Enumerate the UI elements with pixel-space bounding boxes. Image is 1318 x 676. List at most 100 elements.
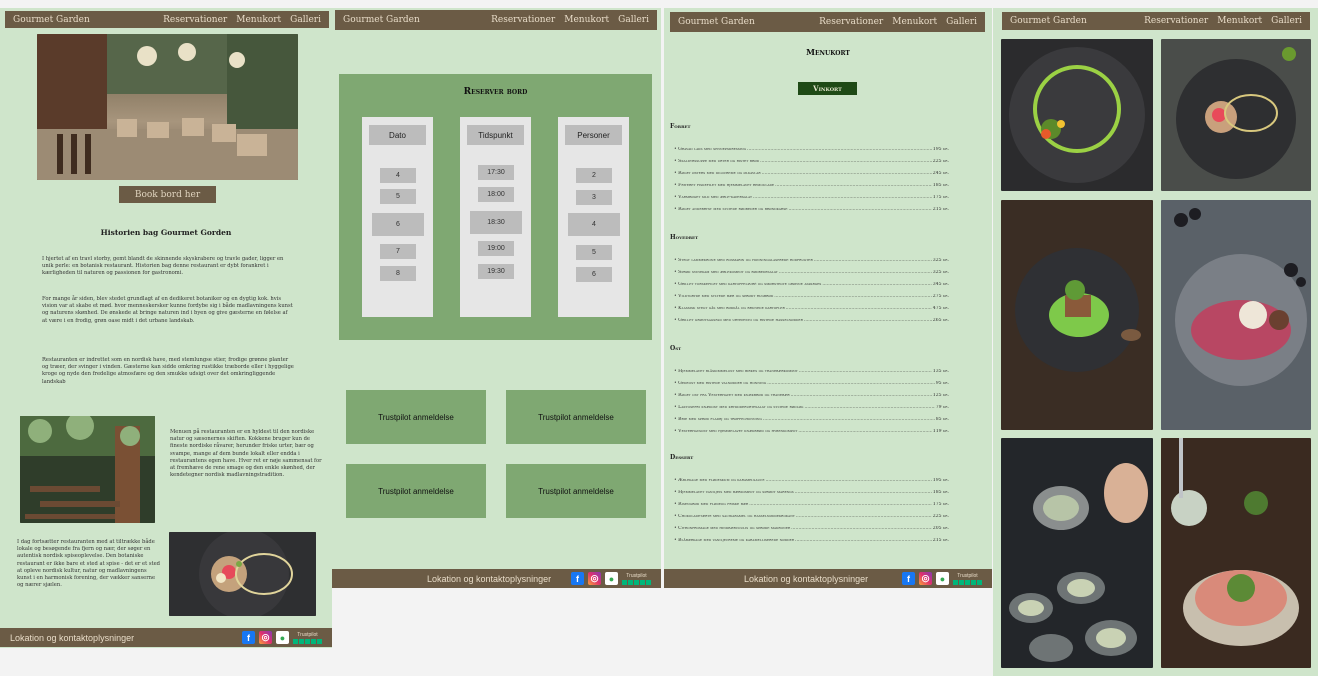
nav-link-menukort[interactable]: Menukort xyxy=(1217,16,1262,26)
date-option[interactable]: 8 xyxy=(380,266,416,281)
nav-link-reservationer[interactable]: Reservationer xyxy=(1144,16,1208,26)
menu-item: • Grillet grøntsagsfad med urtepesto og … xyxy=(674,318,949,323)
time-option[interactable]: 19:00 xyxy=(478,241,514,256)
site-footer: Lokation og kontaktoplysninger f ◎ ● Tru… xyxy=(332,569,661,588)
menu-item-price: 195 kr. xyxy=(932,478,949,483)
gallery-photo-oysters[interactable] xyxy=(1001,438,1153,668)
facebook-icon[interactable]: f xyxy=(902,572,915,585)
menu-item: • Laktosefri knækost med kryddderurtesal… xyxy=(674,405,949,410)
menu-item: • Brie med sprød fladbj og trøffelhonnin… xyxy=(674,417,949,422)
footer-location-link[interactable]: Lokation og kontaktoplysninger xyxy=(427,574,551,584)
top-nav: Gourmet Garden Reservationer Menukort Ga… xyxy=(5,11,329,28)
time-option[interactable]: 17:30 xyxy=(478,165,514,180)
gallery-photo-green-puree-dish[interactable] xyxy=(1001,200,1153,430)
menu-item-leader xyxy=(791,393,932,398)
brand-link[interactable]: Gourmet Garden xyxy=(1010,16,1087,26)
menu-item: • Røget ost fra Vesterhavet med knækbrød… xyxy=(674,393,949,398)
footer-location-link[interactable]: Lokation og kontaktoplysninger xyxy=(10,633,134,643)
guests-column-header: Personer xyxy=(565,125,622,145)
gallery-photo-beet-dish[interactable] xyxy=(1161,39,1311,191)
menu-item: • Hjemmelavet blåskimmelost med birkes o… xyxy=(674,369,949,374)
nav-link-galleri[interactable]: Galleri xyxy=(946,17,977,27)
trustpilot-review-box[interactable]: Trustpilot anmeldelse xyxy=(506,390,646,444)
menu-item: • Æblekage med flødeskum og karamelsauce… xyxy=(674,478,949,483)
nav-link-galleri[interactable]: Galleri xyxy=(1271,16,1302,26)
trustpilot-review-box[interactable]: Trustpilot anmeldelse xyxy=(346,464,486,518)
instagram-icon[interactable]: ◎ xyxy=(259,631,272,644)
facebook-icon[interactable]: f xyxy=(242,631,255,644)
time-column-header: Tidspunkt xyxy=(467,125,524,145)
facebook-icon[interactable]: f xyxy=(571,572,584,585)
menu-item-name: Laktosefri knækost med kryddderurtesalat… xyxy=(678,405,804,410)
instagram-icon[interactable]: ◎ xyxy=(588,572,601,585)
menu-item-leader xyxy=(804,405,934,410)
menu-item: • Sprød svinekam med æblekompot og rødbe… xyxy=(674,270,949,275)
date-option[interactable]: 4 xyxy=(380,168,416,183)
guests-option[interactable]: 3 xyxy=(576,190,612,205)
menu-title: Menukort xyxy=(806,47,850,57)
guests-option[interactable]: 2 xyxy=(576,168,612,183)
nav-link-menukort[interactable]: Menukort xyxy=(236,15,281,25)
trustpilot-badge[interactable]: Trustpilot xyxy=(293,632,322,644)
gallery-photo-green-ring-dish[interactable] xyxy=(1001,39,1153,191)
menu-item-leader xyxy=(795,538,932,543)
trustpilot-badge[interactable]: Trustpilot xyxy=(622,573,651,585)
menu-item-leader xyxy=(774,294,932,299)
menu-item-price: 475 kr. xyxy=(932,306,949,311)
home-page: Gourmet Garden Reservationer Menukort Ga… xyxy=(0,8,332,648)
date-option[interactable]: 7 xyxy=(380,244,416,259)
menu-item-price: 225 kr. xyxy=(932,514,949,519)
history-paragraph-1: I hjertet af en travl storby, gemt bland… xyxy=(42,256,284,277)
site-footer: Lokation og kontaktoplysninger f ◎ ● Tru… xyxy=(664,569,992,588)
wine-list-button[interactable]: Vinkort xyxy=(798,82,857,95)
trustpilot-stars-icon xyxy=(622,579,651,585)
menu-item-name: Røget østers med dildcreme og ølkavlar xyxy=(678,171,761,176)
nav-link-reservationer[interactable]: Reservationer xyxy=(491,15,555,25)
google-maps-icon[interactable]: ● xyxy=(276,631,289,644)
nav-link-galleri[interactable]: Galleri xyxy=(618,15,649,25)
date-option[interactable]: 6 xyxy=(372,213,424,236)
guests-option[interactable]: 6 xyxy=(576,267,612,282)
trustpilot-review-box[interactable]: Trustpilot anmeldelse xyxy=(506,464,646,518)
menu-item-price: 175 kr. xyxy=(932,502,949,507)
date-option[interactable]: 5 xyxy=(380,189,416,204)
guests-option[interactable]: 4 xyxy=(568,213,620,236)
menu-item-leader xyxy=(775,183,932,188)
book-table-button[interactable]: Book bord her xyxy=(119,186,216,203)
guests-option[interactable]: 5 xyxy=(576,245,612,260)
nav-link-menukort[interactable]: Menukort xyxy=(892,17,937,27)
instagram-icon[interactable]: ◎ xyxy=(919,572,932,585)
menu-item-name: Brie med sprød fladbj og trøffelhonning xyxy=(678,417,762,422)
footer-location-link[interactable]: Lokation og kontaktoplysninger xyxy=(744,574,868,584)
time-option[interactable]: 18:00 xyxy=(478,187,514,202)
google-maps-icon[interactable]: ● xyxy=(936,572,949,585)
menu-item-name: Grillet grøntsagsfad med urtepesto og ri… xyxy=(678,318,803,323)
menu-item-leader xyxy=(799,369,932,374)
brand-link[interactable]: Gourmet Garden xyxy=(678,17,755,27)
menu-page: Gourmet Garden Reservationer Menukort Ga… xyxy=(664,8,992,588)
trustpilot-review-box[interactable]: Trustpilot anmeldelse xyxy=(346,390,486,444)
time-option[interactable]: 18:30 xyxy=(470,211,522,234)
nav-link-reservationer[interactable]: Reservationer xyxy=(819,17,883,27)
menu-item-price: 195 kr. xyxy=(932,147,949,152)
menu-item-leader xyxy=(814,258,932,263)
menu-item: • Vesterhavsost med hjemmelavet knækbrød… xyxy=(674,429,949,434)
menu-item-leader xyxy=(788,207,931,212)
gallery-photo-scallop[interactable] xyxy=(1161,438,1311,668)
nav-link-galleri[interactable]: Galleri xyxy=(290,15,321,25)
reservation-page: Gourmet Garden Reservationer Menukort Ga… xyxy=(332,8,661,588)
menu-item-leader xyxy=(749,502,932,507)
time-option[interactable]: 19:30 xyxy=(478,264,514,279)
menu-item-name: Stegt lammekrone med rosmarin og honning… xyxy=(678,258,813,263)
nav-link-reservationer[interactable]: Reservationer xyxy=(163,15,227,25)
brand-link[interactable]: Gourmet Garden xyxy=(343,15,420,25)
trustpilot-badge[interactable]: Trustpilot xyxy=(953,573,982,585)
restaurant-interior-photo xyxy=(37,34,298,180)
brand-link[interactable]: Gourmet Garden xyxy=(13,15,90,25)
menu-item-leader xyxy=(779,270,932,275)
nav-link-menukort[interactable]: Menukort xyxy=(564,15,609,25)
menu-item-price: 185 kr. xyxy=(932,490,949,495)
gallery-photo-berry-dish[interactable] xyxy=(1161,200,1311,430)
menu-item-name: Æblekage med flødeskum og karamelsauce xyxy=(678,478,765,483)
google-maps-icon[interactable]: ● xyxy=(605,572,618,585)
